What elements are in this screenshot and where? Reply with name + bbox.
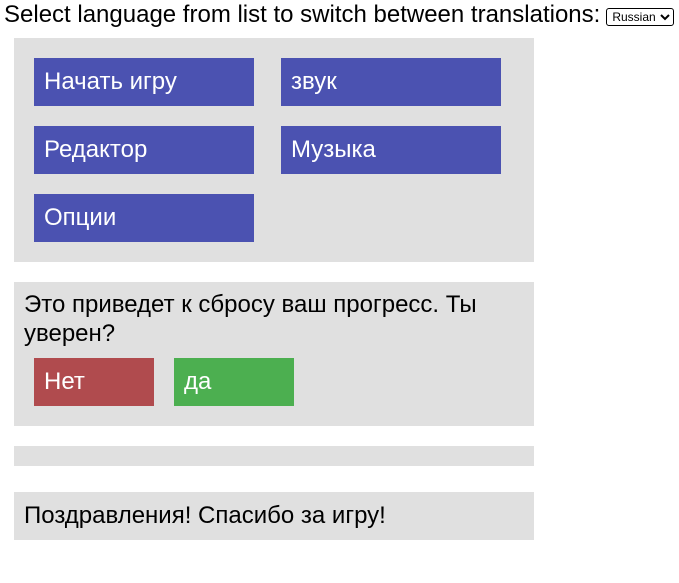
main-menu-panel: Начать игру звук Редактор Музыка Опции (14, 38, 534, 262)
congrats-panel: Поздравления! Спасибо за игру! (14, 492, 534, 540)
congrats-message: Поздравления! Спасибо за игру! (24, 502, 386, 529)
options-button[interactable]: Опции (34, 194, 254, 242)
music-button[interactable]: Музыка (281, 126, 501, 174)
confirm-message: Это приведет к сбросу ваш прогресс. Ты у… (24, 291, 477, 347)
language-bar: Select language from list to switch betw… (4, 0, 675, 30)
language-select[interactable]: Russian (606, 8, 675, 26)
start-game-button[interactable]: Начать игру (34, 58, 254, 106)
editor-button[interactable]: Редактор (34, 126, 254, 174)
sound-button[interactable]: звук (281, 58, 501, 106)
no-button[interactable]: Нет (34, 358, 154, 406)
yes-button[interactable]: да (174, 358, 294, 406)
empty-panel (14, 446, 534, 466)
language-instruction: Select language from list to switch betw… (4, 1, 601, 28)
reset-confirm-dialog: Это приведет к сбросу ваш прогресс. Ты у… (14, 282, 534, 426)
